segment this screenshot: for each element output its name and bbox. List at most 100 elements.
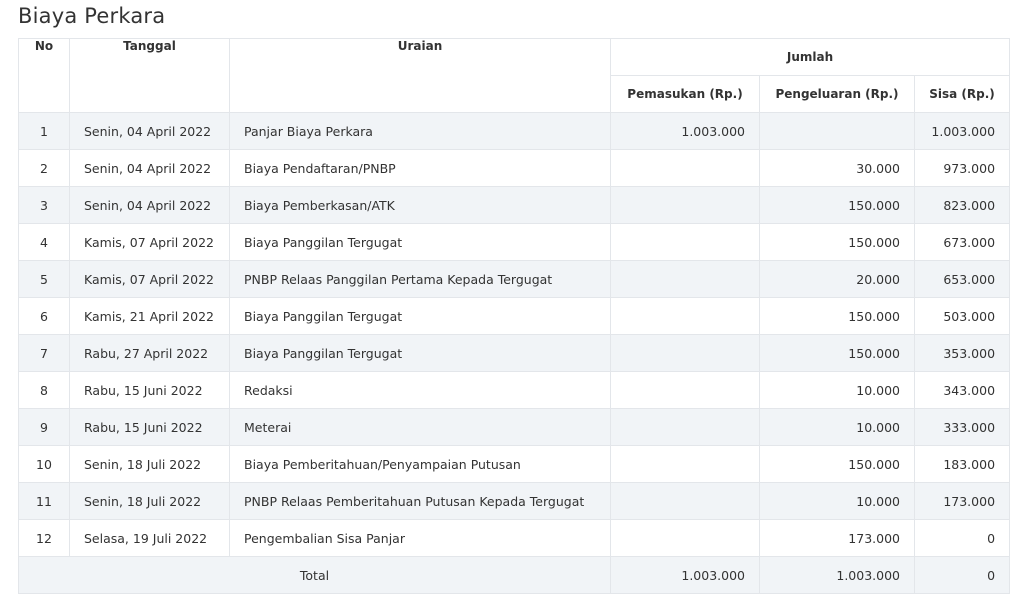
cell-tanggal: Kamis, 21 April 2022	[69, 297, 230, 335]
cell-pengeluaran: 150.000	[759, 334, 915, 372]
cell-uraian: Biaya Pemberkasan/ATK	[229, 186, 611, 224]
cell-pemasukan: 1.003.000	[610, 112, 760, 150]
cell-tanggal: Senin, 18 Juli 2022	[69, 445, 230, 483]
cell-sisa: 0	[913, 519, 1011, 557]
cell-pemasukan	[610, 445, 760, 483]
total-label: Total	[18, 556, 611, 594]
cell-tanggal: Senin, 18 Juli 2022	[69, 482, 230, 520]
cell-pengeluaran: 173.000	[759, 519, 915, 557]
table-row: 12 Selasa, 19 Juli 2022 Pengembalian Sisa …	[18, 519, 1011, 557]
table-row: 11 Senin, 18 Juli 2022 PNBP Relaas Pemberi…	[18, 482, 1011, 520]
cell-sisa: 333.000	[913, 408, 1011, 446]
page-title: Biaya Perkara	[18, 4, 166, 28]
total-row: Total 1.003.000 1.003.000 0	[18, 556, 1011, 594]
cell-pengeluaran: 150.000	[759, 186, 915, 224]
cell-pengeluaran: 10.000	[759, 371, 915, 409]
table-row: 6 Kamis, 21 April 2022 Biaya Panggilan Ter…	[18, 297, 1011, 335]
cell-pengeluaran: 150.000	[759, 445, 915, 483]
cell-tanggal: Senin, 04 April 2022	[69, 186, 230, 224]
header-jumlah: Jumlah	[609, 38, 1011, 76]
cell-sisa: 183.000	[913, 445, 1011, 483]
cell-pemasukan	[610, 519, 760, 557]
cell-pengeluaran: 30.000	[759, 149, 915, 187]
cell-uraian: Biaya Panggilan Tergugat	[229, 223, 611, 261]
cell-uraian: Biaya Pendaftaran/PNBP	[229, 149, 611, 187]
cell-sisa: 503.000	[913, 297, 1011, 335]
biaya-perkara-table: No Tanggal Uraian Jumlah Pemasukan (Rp.)…	[18, 38, 1011, 594]
cell-pemasukan	[610, 186, 760, 224]
table-row: 4 Kamis, 07 April 2022 Biaya Panggilan Ter…	[18, 223, 1011, 261]
cell-pengeluaran: 150.000	[759, 297, 915, 335]
cell-sisa: 353.000	[913, 334, 1011, 372]
cell-sisa: 173.000	[913, 482, 1011, 520]
table-row: 2 Senin, 04 April 2022 Biaya Pendaftaran/P…	[18, 149, 1011, 187]
cell-uraian: Biaya Pemberitahuan/Penyampaian Putusan	[229, 445, 611, 483]
cell-no: 4	[18, 223, 70, 261]
cell-no: 8	[18, 371, 70, 409]
cell-no: 7	[18, 334, 70, 372]
cell-sisa: 823.000	[913, 186, 1011, 224]
cell-tanggal: Rabu, 27 April 2022	[69, 334, 230, 372]
cell-pemasukan	[610, 149, 760, 187]
cell-pengeluaran: 10.000	[759, 408, 915, 446]
table-row: 1 Senin, 04 April 2022 Panjar Biaya Perkar…	[18, 112, 1011, 150]
cell-uraian: Biaya Panggilan Tergugat	[229, 334, 611, 372]
cell-tanggal: Kamis, 07 April 2022	[69, 260, 230, 298]
table-row: 10 Senin, 18 Juli 2022 Biaya Pemberitahuan…	[18, 445, 1011, 483]
cell-sisa: 653.000	[913, 260, 1011, 298]
cell-no: 2	[18, 149, 70, 187]
total-pengeluaran: 1.003.000	[759, 556, 915, 594]
cell-uraian: PNBP Relaas Panggilan Pertama Kepada Ter…	[229, 260, 611, 298]
cell-pemasukan	[610, 297, 760, 335]
cell-pemasukan	[610, 408, 760, 446]
cell-no: 5	[18, 260, 70, 298]
cell-tanggal: Rabu, 15 Juni 2022	[69, 408, 230, 446]
table-row: 5 Kamis, 07 April 2022 PNBP Relaas Panggil…	[18, 260, 1011, 298]
cell-pemasukan	[610, 223, 760, 261]
cell-pemasukan	[610, 371, 760, 409]
table-row: 8 Rabu, 15 Juni 2022 Redaksi 10.000 343.000	[18, 371, 1011, 409]
cell-tanggal: Selasa, 19 Juli 2022	[69, 519, 230, 557]
cell-no: 12	[18, 519, 70, 557]
cell-no: 1	[18, 112, 70, 150]
table-row: 9 Rabu, 15 Juni 2022 Meterai 10.000 333.000	[18, 408, 1011, 446]
table-row: 7 Rabu, 27 April 2022 Biaya Panggilan Terg…	[18, 334, 1011, 372]
cell-pemasukan	[610, 482, 760, 520]
cell-no: 3	[18, 186, 70, 224]
cell-no: 9	[18, 408, 70, 446]
table-row: 3 Senin, 04 April 2022 Biaya Pemberkasan/A…	[18, 186, 1011, 224]
cell-tanggal: Kamis, 07 April 2022	[69, 223, 230, 261]
cell-pemasukan	[610, 260, 760, 298]
table-footer: Total 1.003.000 1.003.000 0	[18, 556, 1011, 594]
header-sisa: Sisa (Rp.)	[913, 75, 1011, 113]
cell-uraian: Panjar Biaya Perkara	[229, 112, 611, 150]
header-pengeluaran: Pengeluaran (Rp.)	[759, 75, 915, 113]
cell-uraian: Biaya Panggilan Tergugat	[229, 297, 611, 335]
cell-tanggal: Senin, 04 April 2022	[69, 112, 230, 150]
cell-pengeluaran: 20.000	[759, 260, 915, 298]
cell-uraian: Pengembalian Sisa Panjar	[229, 519, 611, 557]
cell-uraian: PNBP Relaas Pemberitahuan Putusan Kepada…	[229, 482, 611, 520]
total-pemasukan: 1.003.000	[610, 556, 760, 594]
cell-tanggal: Rabu, 15 Juni 2022	[69, 371, 230, 409]
total-sisa: 0	[913, 556, 1011, 594]
table-header: No Tanggal Uraian Jumlah Pemasukan (Rp.)…	[18, 38, 1011, 113]
header-no: No	[18, 38, 70, 113]
cell-pengeluaran: 10.000	[759, 482, 915, 520]
cell-sisa: 973.000	[913, 149, 1011, 187]
header-uraian: Uraian	[229, 38, 611, 113]
cell-no: 11	[18, 482, 70, 520]
cell-sisa: 673.000	[913, 223, 1011, 261]
cell-pengeluaran: 150.000	[759, 223, 915, 261]
cell-pengeluaran	[759, 112, 915, 150]
cell-pemasukan	[610, 334, 760, 372]
cell-uraian: Redaksi	[229, 371, 611, 409]
cell-no: 6	[18, 297, 70, 335]
table-body: 1 Senin, 04 April 2022 Panjar Biaya Perkar…	[18, 112, 1011, 557]
cell-sisa: 343.000	[913, 371, 1011, 409]
header-tanggal: Tanggal	[69, 38, 230, 113]
cell-uraian: Meterai	[229, 408, 611, 446]
cell-no: 10	[18, 445, 70, 483]
cell-tanggal: Senin, 04 April 2022	[69, 149, 230, 187]
header-pemasukan: Pemasukan (Rp.)	[610, 75, 760, 113]
